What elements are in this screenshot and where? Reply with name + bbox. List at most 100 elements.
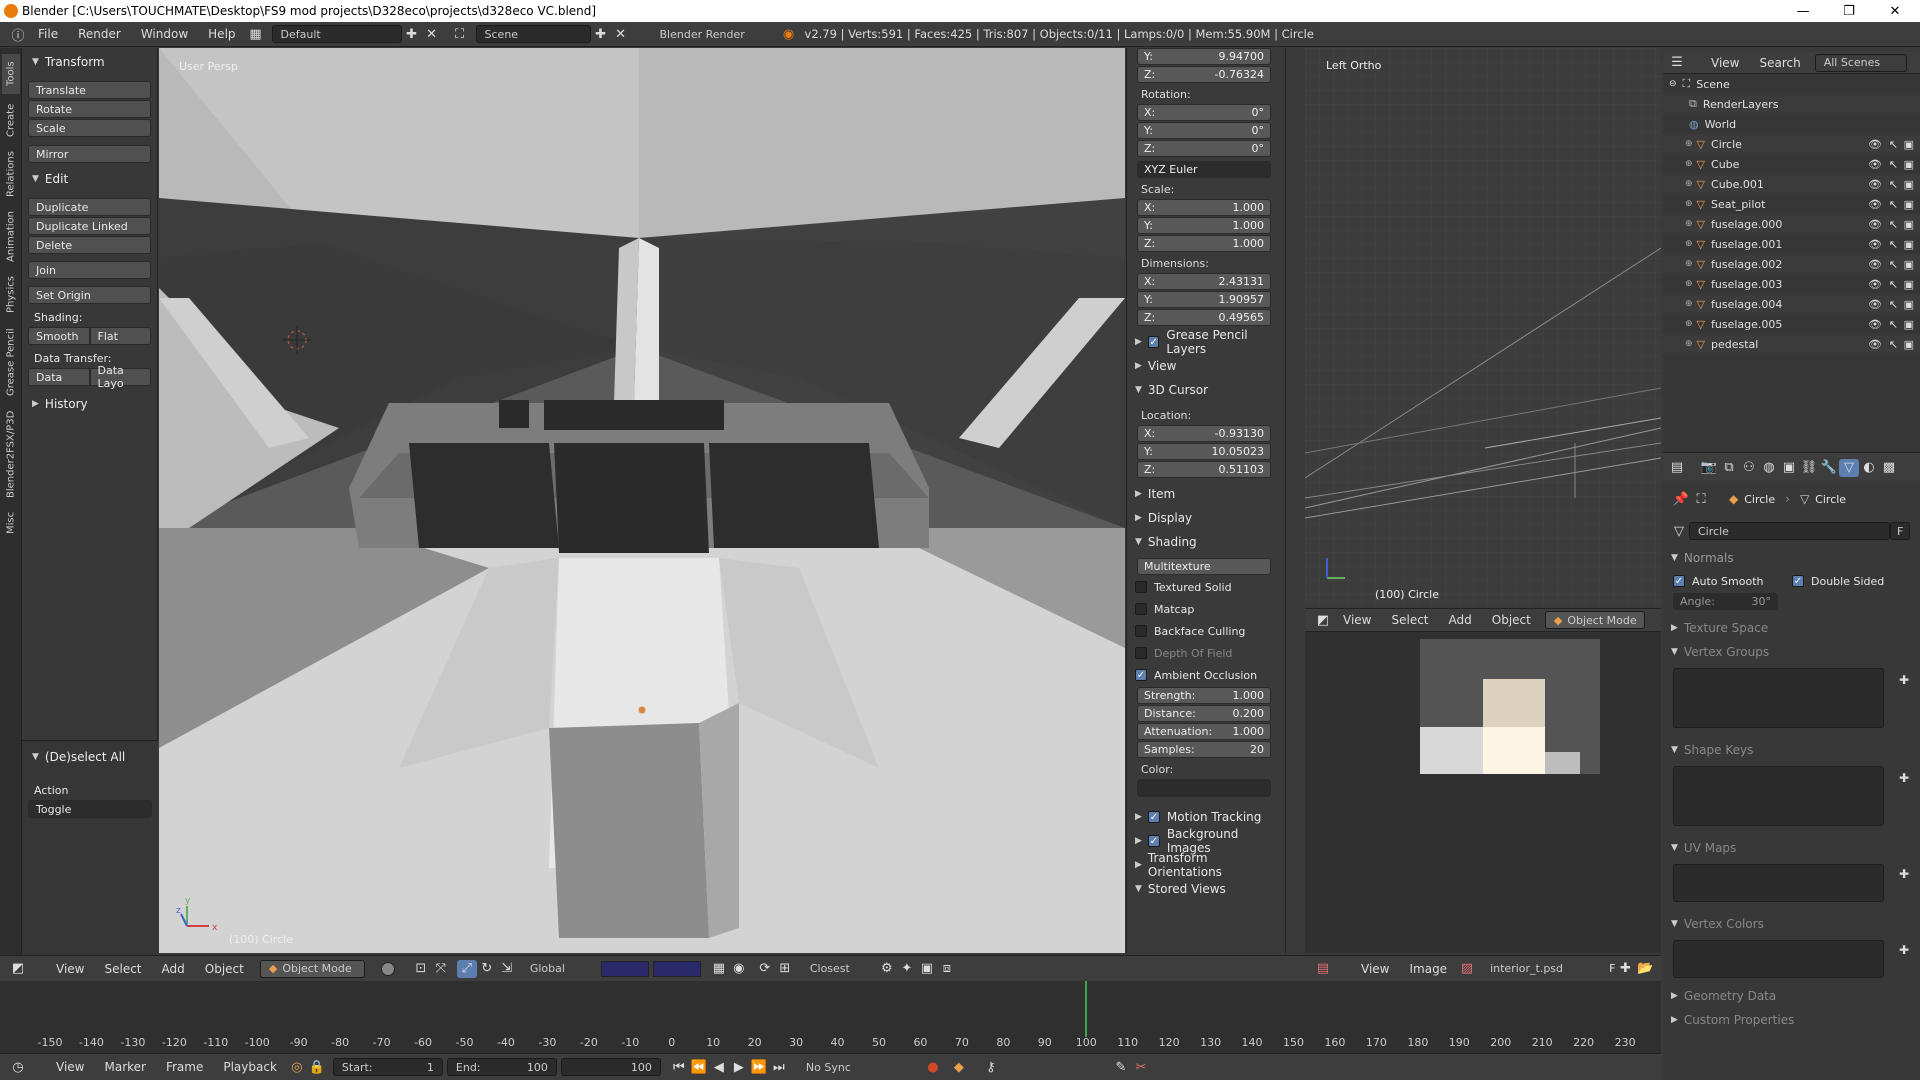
image-editor-icon[interactable]: ▤ (1313, 960, 1333, 978)
image-editor[interactable] (1305, 632, 1661, 953)
timeline-menu-playback[interactable]: Playback (213, 1060, 287, 1074)
outliner-editor-icon[interactable]: ☰ (1667, 54, 1687, 72)
ortho-menu-select[interactable]: Select (1381, 613, 1438, 627)
item-panel[interactable]: ▶ Item (1127, 482, 1285, 506)
rotation-y-field[interactable]: Y: 0° (1137, 122, 1271, 139)
rotation-z-field[interactable]: Z: 0° (1137, 140, 1271, 157)
ortho-menu-add[interactable]: Add (1439, 613, 1482, 627)
selectable-arrow-icon[interactable]: ↖ (1889, 258, 1898, 271)
snap-toggle-icon[interactable]: ⟳ (755, 960, 775, 978)
selectable-arrow-icon[interactable]: ↖ (1889, 318, 1898, 331)
ao-strength-field[interactable]: Strength: 1.000 (1137, 687, 1271, 704)
renderable-camera-icon[interactable]: ▣ (1904, 198, 1914, 211)
outliner-item[interactable]: ⊕ ▽ Circle 👁 ↖ ▣ (1663, 134, 1920, 154)
deselect-all-header[interactable]: ▼ (De)select All (22, 747, 158, 767)
renderable-camera-icon[interactable]: ▣ (1904, 158, 1914, 171)
cursor-y-field[interactable]: Y: 10.05023 (1137, 443, 1271, 460)
add-vertex-group-icon[interactable]: ✚ (1899, 673, 1909, 687)
outliner-menu-search[interactable]: Search (1749, 56, 1810, 70)
textured-solid-checkbox[interactable] (1135, 581, 1147, 593)
tab-misc[interactable]: Misc (2, 506, 20, 540)
scene-tab-icon[interactable]: ⚇ (1739, 459, 1759, 477)
layers-grid-1[interactable] (600, 960, 649, 977)
location-y-field[interactable]: Y: 9.94700 (1137, 48, 1271, 65)
current-frame-field[interactable]: 100 (560, 1058, 661, 1076)
renderable-camera-icon[interactable]: ▣ (1904, 178, 1914, 191)
keying-set-icon[interactable]: ◆ (949, 1058, 969, 1076)
depth-of-field-option[interactable]: Depth Of Field (1127, 642, 1285, 664)
visibility-eye-icon[interactable]: 👁 (1868, 138, 1882, 151)
shape-keys-list[interactable]: ✚ (1673, 766, 1909, 826)
translate-manipulator-icon[interactable]: ⤢ (456, 959, 477, 978)
menu-file[interactable]: File (28, 27, 68, 41)
selectable-arrow-icon[interactable]: ↖ (1889, 218, 1898, 231)
tab-blender2fsx[interactable]: Blender2FSX/P3D (2, 406, 20, 502)
expand-icon[interactable]: ⊖ (1669, 79, 1677, 89)
add-scene-icon[interactable]: ✚ (591, 25, 611, 43)
menu-select[interactable]: Select (94, 962, 151, 976)
shape-keys-panel[interactable]: ▼ Shape Keys (1663, 738, 1920, 762)
3d-cursor-panel[interactable]: ▼ 3D Cursor (1127, 378, 1285, 402)
uv-maps-panel[interactable]: ▼ UV Maps (1663, 836, 1920, 860)
opengl-render-icon[interactable]: ⚙ (877, 960, 897, 978)
outliner-item[interactable]: ⊕ ▽ fuselage.005 👁 ↖ ▣ (1663, 314, 1920, 334)
texture-space-panel[interactable]: ▶ Texture Space (1663, 616, 1920, 640)
visibility-eye-icon[interactable]: 👁 (1868, 178, 1882, 191)
current-frame-line[interactable] (1085, 981, 1088, 1037)
render-layers-tab-icon[interactable]: ⧉ (1719, 459, 1739, 477)
dimension-y-field[interactable]: Y: 1.90957 (1137, 291, 1271, 308)
delete-button[interactable]: Delete (28, 236, 151, 254)
flat-button[interactable]: Flat (89, 327, 151, 345)
panel-transform-header[interactable]: ▼ Transform (22, 52, 157, 72)
mesh-name-field[interactable]: Circle (1689, 522, 1890, 540)
remove-layout-icon[interactable]: ✕ (422, 25, 442, 43)
next-keyframe-icon[interactable]: ⏩ (749, 1058, 769, 1076)
motion-tracking-checkbox[interactable]: ✓ (1147, 811, 1160, 823)
add-layout-icon[interactable]: ✚ (402, 25, 422, 43)
outliner-item[interactable]: ⊕ ▽ pedestal 👁 ↖ ▣ (1663, 334, 1920, 354)
background-images-checkbox[interactable]: ✓ (1147, 835, 1160, 847)
tab-relations[interactable]: Relations (2, 146, 20, 202)
insert-key-icon[interactable]: ⚷ (981, 1058, 1001, 1076)
transform-orientation-selector[interactable]: Global (520, 959, 591, 978)
cursor-z-field[interactable]: Z: 0.51103 (1137, 461, 1271, 478)
remove-scene-icon[interactable]: ✕ (611, 25, 631, 43)
viewport-shading-icon[interactable] (380, 961, 395, 976)
selectable-arrow-icon[interactable]: ↖ (1889, 278, 1898, 291)
world-tab-icon[interactable]: ◍ (1759, 459, 1779, 477)
object-tab-icon[interactable]: ▣ (1779, 459, 1799, 477)
timeline-editor-icon[interactable]: ◷ (8, 1058, 28, 1076)
renderable-camera-icon[interactable]: ▣ (1904, 338, 1914, 351)
scale-x-field[interactable]: X: 1.000 (1137, 199, 1271, 216)
scene-icon[interactable]: ⛶ (450, 25, 470, 43)
jump-end-icon[interactable]: ⏭ (769, 1058, 789, 1076)
tab-tools[interactable]: Tools (2, 54, 20, 94)
menu-view[interactable]: View (46, 962, 94, 976)
renderable-camera-icon[interactable]: ▣ (1904, 318, 1914, 331)
expand-icon[interactable]: ⊕ (1685, 259, 1693, 269)
timeline-menu-view[interactable]: View (46, 1060, 94, 1074)
3d-viewport[interactable]: x y z User Persp (100) Circle (159, 48, 1125, 953)
image-browse-icon[interactable]: ▨ (1457, 960, 1477, 978)
renderable-camera-icon[interactable]: ▣ (1904, 298, 1914, 311)
render-engine-selector[interactable]: Blender Render (650, 25, 761, 43)
mesh-browse-icon[interactable]: ▽ (1669, 522, 1689, 540)
renderable-camera-icon[interactable]: ▣ (1904, 218, 1914, 231)
add-uv-map-icon[interactable]: ✚ (1899, 867, 1909, 881)
transform-orientations-panel[interactable]: ▶ Transform Orientations (1127, 851, 1285, 879)
ao-color-swatch[interactable] (1137, 779, 1271, 797)
camera-icon[interactable]: ⧈ (937, 960, 957, 978)
sync-mode-selector[interactable]: No Sync (796, 1058, 907, 1076)
tab-physics[interactable]: Physics (2, 272, 20, 318)
menu-render[interactable]: Render (68, 27, 131, 41)
renderable-camera-icon[interactable]: ▣ (1904, 278, 1914, 291)
constraints-tab-icon[interactable]: ⛓ (1799, 459, 1819, 477)
renderable-camera-icon[interactable]: ▣ (1904, 238, 1914, 251)
outliner-display-mode[interactable]: All Scenes (1814, 53, 1907, 72)
3d-view-editor-icon[interactable]: ◩ (8, 960, 28, 978)
play-icon[interactable]: ▶ (729, 1058, 749, 1076)
visibility-eye-icon[interactable]: 👁 (1868, 158, 1882, 171)
layers-grid-2[interactable] (652, 960, 701, 977)
outliner-item[interactable]: ⧉ RenderLayers (1663, 94, 1920, 114)
visibility-eye-icon[interactable]: 👁 (1868, 258, 1882, 271)
